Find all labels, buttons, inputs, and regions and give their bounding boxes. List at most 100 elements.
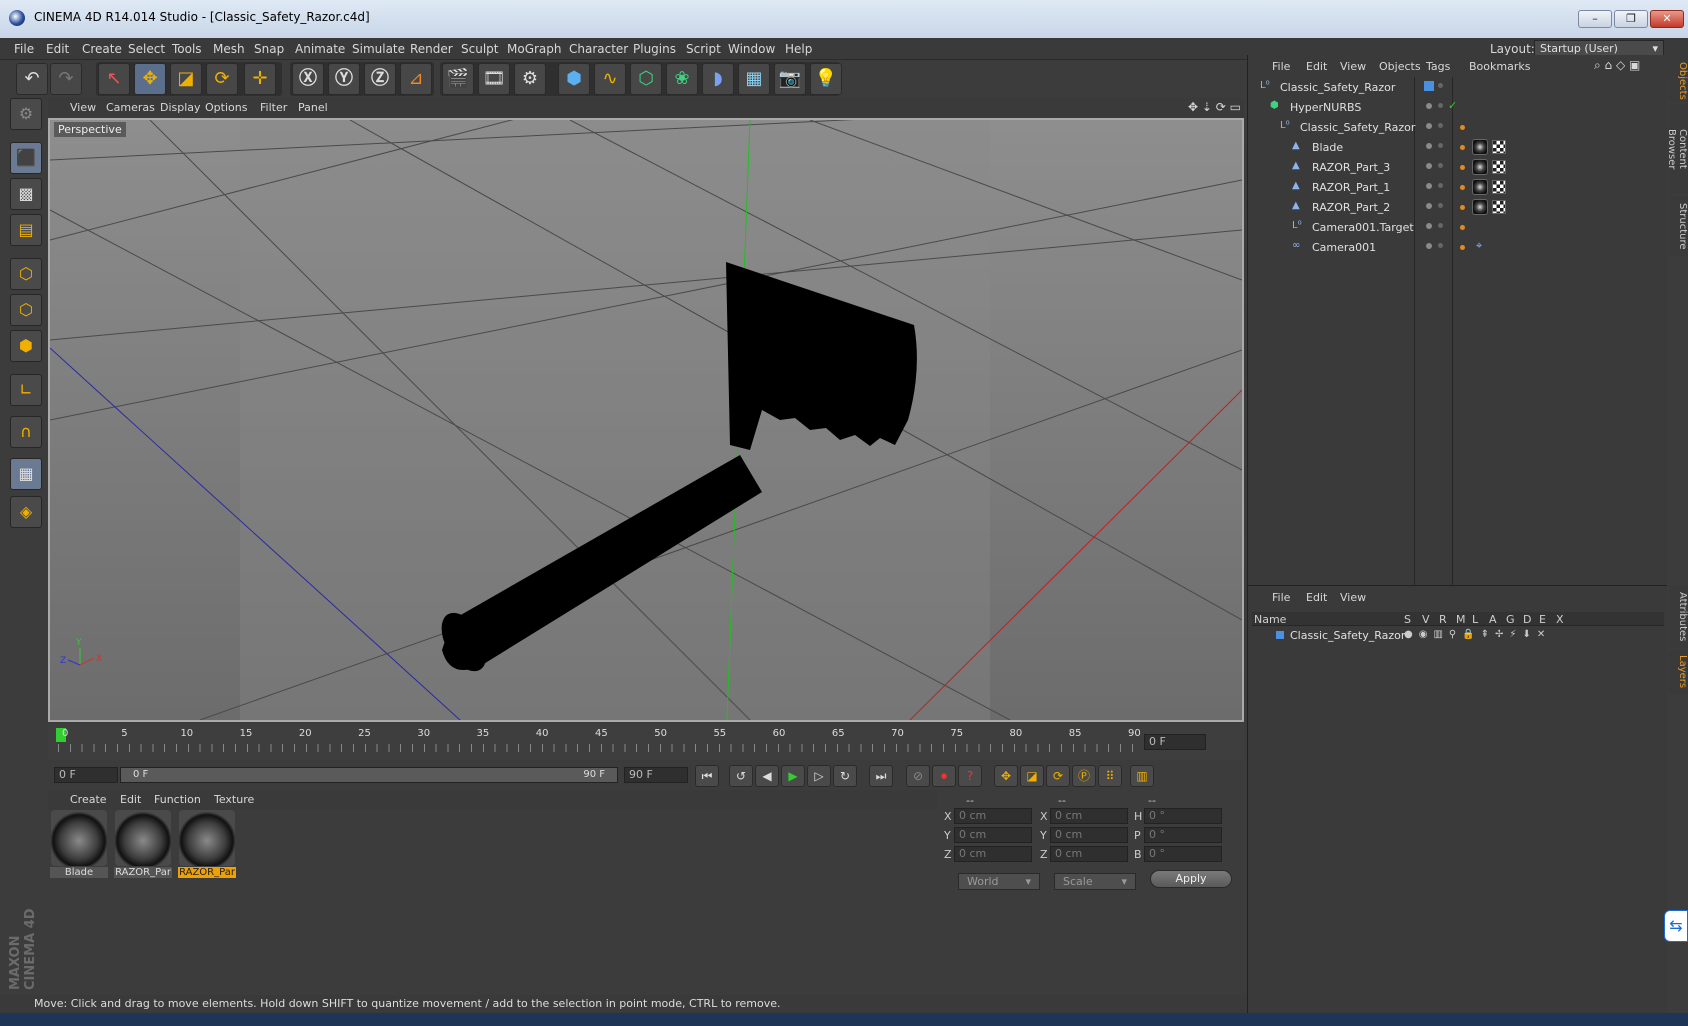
render-dot[interactable] xyxy=(1438,163,1443,168)
coord-value-field[interactable]: 0 cm xyxy=(1050,827,1128,843)
auto-keying-icon[interactable]: ⏺ xyxy=(932,765,956,787)
object-row[interactable]: L⁰ Camera001.Target xyxy=(1248,217,1668,237)
key-position-icon[interactable]: ✥ xyxy=(994,765,1018,787)
coord-value-field[interactable]: 0 cm xyxy=(954,846,1032,862)
layer-toggle-icons[interactable]: ●◉▥⚲🔒⇞✢⚡⬇✕ xyxy=(1404,629,1551,640)
menu-create[interactable]: Create xyxy=(82,42,122,56)
menu-render[interactable]: Render xyxy=(410,42,453,56)
layer-menu-file[interactable]: File xyxy=(1272,591,1290,604)
material-tag-icon[interactable] xyxy=(1472,199,1488,215)
menu-snap[interactable]: Snap xyxy=(254,42,284,56)
material-swatch[interactable]: RAZOR_Par xyxy=(114,810,172,882)
texture-tag-icon[interactable] xyxy=(1492,180,1506,194)
axis-mode-icon[interactable]: ∟ xyxy=(10,374,42,406)
vp-menu-filter[interactable]: Filter xyxy=(260,101,287,114)
visibility-dot[interactable] xyxy=(1426,103,1432,109)
render-dot[interactable] xyxy=(1438,123,1443,128)
tab-layers[interactable]: Layers xyxy=(1668,650,1688,694)
undo-button[interactable]: ↶ xyxy=(16,63,48,95)
polygons-mode-icon[interactable]: ⬢ xyxy=(10,330,42,362)
mat-menu-create[interactable]: Create xyxy=(70,793,107,806)
render-picture-viewer-icon[interactable]: 🎞 xyxy=(478,63,510,95)
previous-frame-icon[interactable]: ◀ xyxy=(755,765,779,787)
key-scale-icon[interactable]: ◪ xyxy=(1020,765,1044,787)
apply-button[interactable]: Apply xyxy=(1150,870,1232,888)
render-view-icon[interactable]: 🎬 xyxy=(442,63,474,95)
obj-menu-edit[interactable]: Edit xyxy=(1306,60,1327,73)
world-dropdown[interactable]: World ▾ xyxy=(958,873,1040,890)
menu-help[interactable]: Help xyxy=(785,42,812,56)
layer-tag-icon[interactable] xyxy=(1460,205,1465,210)
close-button[interactable]: ✕ xyxy=(1650,10,1684,28)
coordinate-system-icon[interactable]: ⊿ xyxy=(400,63,432,95)
rotate-tool-icon[interactable]: ⟳ xyxy=(206,63,238,95)
tab-objects[interactable]: Objects xyxy=(1668,58,1688,102)
menu-tools[interactable]: Tools xyxy=(172,42,202,56)
material-tag-icon[interactable] xyxy=(1472,139,1488,155)
coord-value-field[interactable]: 0 ° xyxy=(1144,846,1222,862)
scale-dropdown[interactable]: Scale ▾ xyxy=(1054,873,1136,890)
nurbs-icon[interactable]: ⬡ xyxy=(630,63,662,95)
texture-tag-icon[interactable] xyxy=(1492,200,1506,214)
points-mode-icon[interactable]: ⬡ xyxy=(10,258,42,290)
render-dot[interactable] xyxy=(1438,183,1443,188)
move-tool-icon[interactable]: ✥ xyxy=(134,63,166,95)
menu-select[interactable]: Select xyxy=(128,42,165,56)
enabled-check-icon[interactable]: ✓ xyxy=(1448,99,1457,112)
visibility-dot[interactable] xyxy=(1426,183,1432,189)
coord-value-field[interactable]: 0 ° xyxy=(1144,827,1222,843)
vp-menu-panel[interactable]: Panel xyxy=(298,101,328,114)
layer-tag-icon[interactable] xyxy=(1460,125,1465,130)
live-selection-icon[interactable]: ↖ xyxy=(98,63,130,95)
render-dot[interactable] xyxy=(1438,83,1443,88)
object-row[interactable]: ▲ RAZOR_Part_1 xyxy=(1248,177,1668,197)
coord-value-field[interactable]: 0 ° xyxy=(1144,808,1222,824)
texture-mode-icon[interactable]: ▩ xyxy=(10,178,42,210)
menu-character[interactable]: Character xyxy=(569,42,628,56)
target-tag-icon[interactable]: ⌖ xyxy=(1476,239,1482,253)
record-keys-icon[interactable]: ⊘ xyxy=(906,765,930,787)
layer-menu-view[interactable]: View xyxy=(1340,591,1366,604)
visibility-dot[interactable] xyxy=(1426,223,1432,229)
obj-menu-view[interactable]: View xyxy=(1340,60,1366,73)
texture-tag-icon[interactable] xyxy=(1492,160,1506,174)
object-row[interactable]: ▲ RAZOR_Part_2 xyxy=(1248,197,1668,217)
mat-menu-edit[interactable]: Edit xyxy=(120,793,141,806)
mat-menu-texture[interactable]: Texture xyxy=(214,793,254,806)
layer-color-swatch[interactable] xyxy=(1424,81,1434,91)
light-icon[interactable]: 💡 xyxy=(810,63,842,95)
redo-button[interactable]: ↷ xyxy=(50,63,82,95)
coord-value-field[interactable]: 0 cm xyxy=(1050,808,1128,824)
coord-value-field[interactable]: 0 cm xyxy=(1050,846,1128,862)
obj-menu-tags[interactable]: Tags xyxy=(1426,60,1450,73)
tab-attributes[interactable]: Attributes xyxy=(1668,586,1688,648)
menu-plugins[interactable]: Plugins xyxy=(633,42,676,56)
menu-window[interactable]: Window xyxy=(728,42,775,56)
planar-workplane-icon[interactable]: ◈ xyxy=(10,496,42,528)
render-dot[interactable] xyxy=(1438,143,1443,148)
visibility-dot[interactable] xyxy=(1426,203,1432,209)
menu-script[interactable]: Script xyxy=(686,42,721,56)
timeline-window-icon[interactable]: ▥ xyxy=(1130,765,1154,787)
viewport-nav-icons[interactable]: ✥ ⇣ ⟳ ▭ xyxy=(1188,100,1241,114)
render-dot[interactable] xyxy=(1438,243,1443,248)
layer-menu-edit[interactable]: Edit xyxy=(1306,591,1327,604)
layer-tag-icon[interactable] xyxy=(1460,165,1465,170)
object-row[interactable]: L⁰ Classic_Safety_Razor xyxy=(1248,117,1668,137)
layer-tag-icon[interactable] xyxy=(1460,145,1465,150)
layer-tag-icon[interactable] xyxy=(1460,185,1465,190)
material-tag-icon[interactable] xyxy=(1472,179,1488,195)
perspective-viewport[interactable]: Y Z X Perspective xyxy=(48,118,1244,722)
timeline-ruler[interactable]: 0 F 0 5 10 15 20 25 30 35 40 45 50 55 60 65 70 75 80 85 90 xyxy=(48,724,1244,760)
make-editable-icon[interactable]: ⚙ xyxy=(10,98,42,130)
obj-menu-bookmarks[interactable]: Bookmarks xyxy=(1469,60,1530,73)
render-dot[interactable] xyxy=(1438,203,1443,208)
go-to-end-icon[interactable]: ⏭ xyxy=(869,765,893,787)
menu-animate[interactable]: Animate xyxy=(295,42,345,56)
object-row[interactable]: ▲ RAZOR_Part_3 xyxy=(1248,157,1668,177)
coord-value-field[interactable]: 0 cm xyxy=(954,808,1032,824)
key-parameter-icon[interactable]: Ⓟ xyxy=(1072,765,1096,787)
spline-pen-icon[interactable]: ∿ xyxy=(594,63,626,95)
object-row[interactable]: ∞ Camera001 ⌖ xyxy=(1248,237,1668,257)
layer-tag-icon[interactable] xyxy=(1460,245,1465,250)
